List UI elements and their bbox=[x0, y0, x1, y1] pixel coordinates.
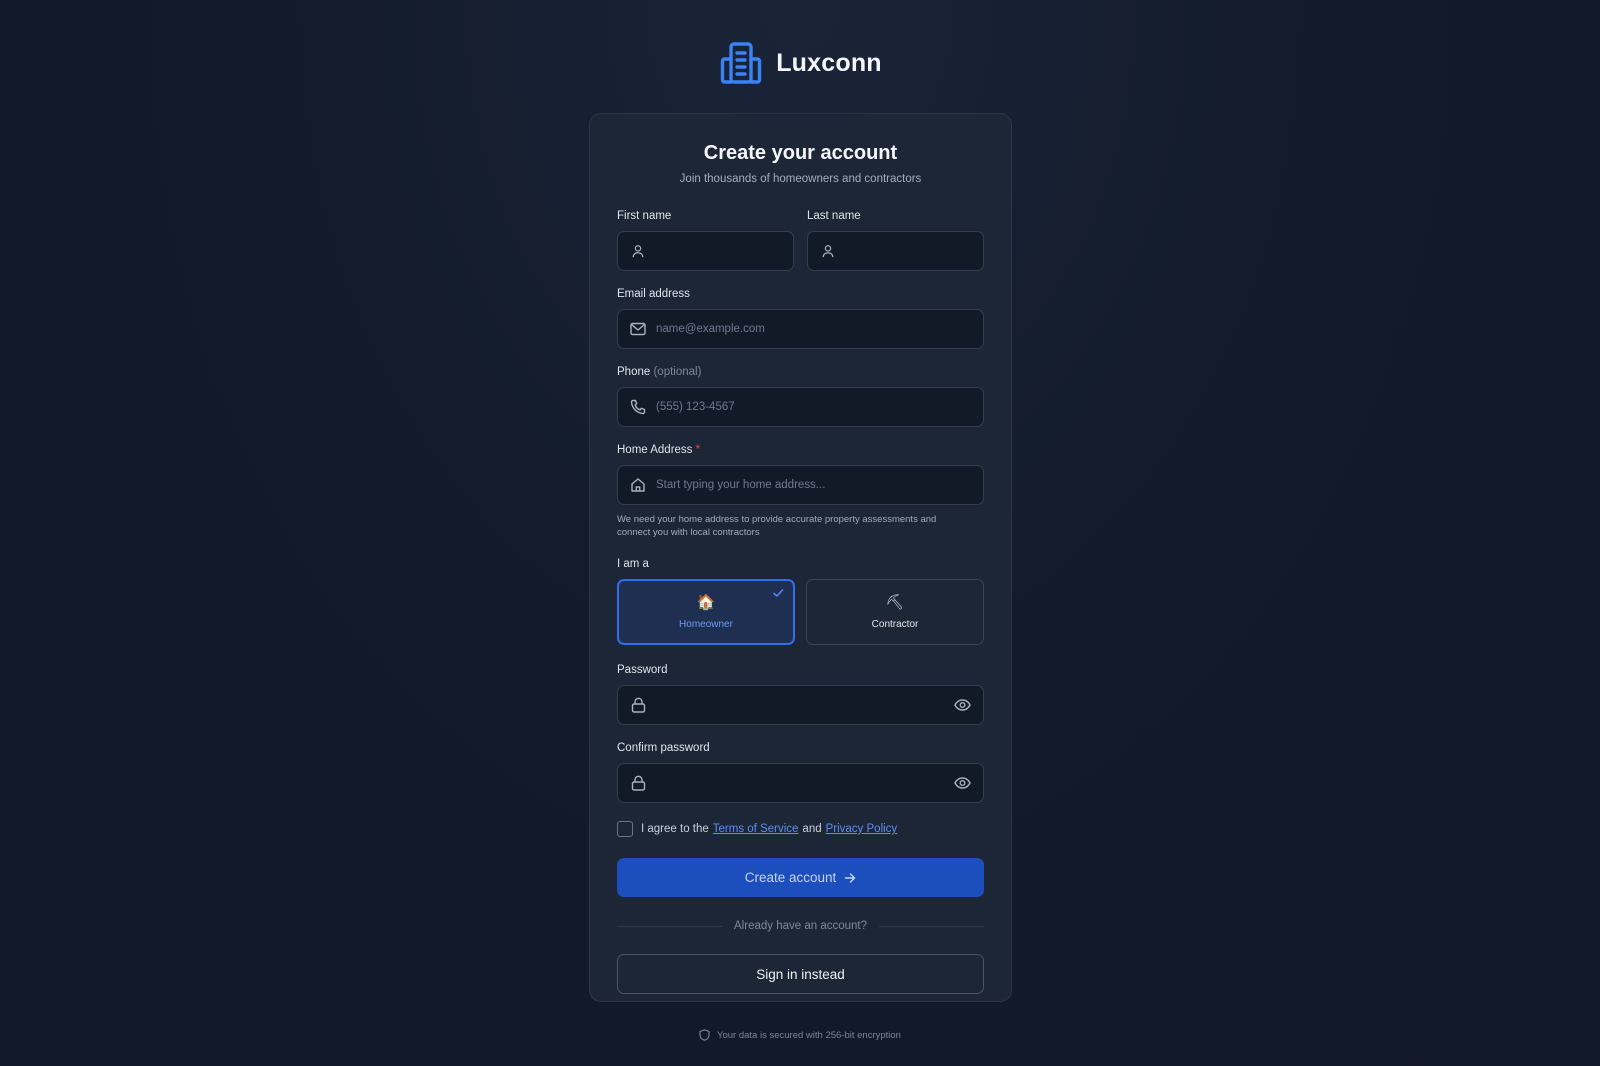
security-footer: Your data is secured with 256-bit encryp… bbox=[0, 1029, 1600, 1041]
required-mark: * bbox=[695, 444, 701, 456]
divider-text: Already have an account? bbox=[734, 920, 867, 932]
phone-label: Phone (optional) bbox=[617, 365, 984, 379]
brand-header: Luxconn bbox=[0, 40, 1600, 86]
user-icon bbox=[630, 243, 646, 259]
address-field[interactable]: Start typing your home address... bbox=[617, 465, 984, 505]
email-label: Email address bbox=[617, 288, 690, 300]
address-label-text: Home Address bbox=[617, 444, 693, 456]
phone-placeholder: (555) 123-4567 bbox=[656, 401, 735, 413]
role-option-label: Homeowner bbox=[679, 619, 733, 630]
lock-icon bbox=[630, 775, 646, 791]
shield-icon bbox=[699, 1029, 710, 1041]
sign-in-label: Sign in instead bbox=[756, 966, 845, 982]
create-account-label: Create account bbox=[744, 870, 837, 885]
security-text: Your data is secured with 256-bit encryp… bbox=[717, 1029, 901, 1041]
divider-line bbox=[879, 925, 985, 927]
terms-checkbox[interactable] bbox=[617, 821, 633, 837]
home-icon bbox=[630, 477, 646, 493]
address-label: Home Address * bbox=[617, 443, 984, 457]
last-name-label: Last name bbox=[807, 210, 861, 222]
create-account-button[interactable]: Create account bbox=[617, 858, 984, 897]
sign-in-button[interactable]: Sign in instead bbox=[617, 954, 984, 994]
last-name-input[interactable] bbox=[807, 231, 984, 271]
phone-icon bbox=[630, 399, 646, 415]
first-name-label: First name bbox=[617, 210, 672, 222]
role-option-contractor[interactable]: ⛏ Contractor bbox=[806, 579, 984, 645]
email-field[interactable]: name@example.com bbox=[617, 309, 984, 349]
confirm-password-field[interactable] bbox=[617, 763, 984, 803]
phone-label-text: Phone bbox=[617, 366, 651, 378]
signup-card: Create your account Join thousands of ho… bbox=[589, 113, 1012, 1002]
password-label: Password bbox=[617, 664, 668, 676]
address-help-text: We need your home address to provide acc… bbox=[617, 514, 937, 538]
role-option-homeowner[interactable]: 🏠 Homeowner bbox=[617, 579, 795, 645]
first-name-input[interactable] bbox=[617, 231, 794, 271]
agree-prefix: I agree to the bbox=[641, 823, 709, 835]
agree-and: and bbox=[802, 823, 822, 835]
phone-field[interactable]: (555) 123-4567 bbox=[617, 387, 984, 427]
divider-line bbox=[617, 925, 723, 927]
address-placeholder: Start typing your home address... bbox=[656, 479, 826, 491]
role-option-label: Contractor bbox=[871, 619, 919, 630]
pick-icon: ⛏ bbox=[885, 594, 905, 611]
building-icon bbox=[718, 40, 764, 86]
mail-icon bbox=[630, 321, 646, 337]
terms-link[interactable]: Terms of Service bbox=[713, 823, 799, 835]
lock-icon bbox=[630, 697, 646, 713]
check-icon bbox=[773, 589, 784, 597]
eye-icon[interactable] bbox=[953, 696, 971, 714]
eye-icon[interactable] bbox=[953, 774, 971, 792]
password-field[interactable] bbox=[617, 685, 984, 725]
email-placeholder: name@example.com bbox=[656, 323, 765, 335]
signin-divider: Already have an account? bbox=[617, 919, 985, 933]
arrow-right-icon bbox=[845, 872, 856, 883]
house-emoji-icon: 🏠 bbox=[696, 594, 716, 611]
brand-name: Luxconn bbox=[776, 48, 882, 77]
phone-optional-hint: (optional) bbox=[653, 366, 702, 378]
page-subtitle: Join thousands of homeowners and contrac… bbox=[679, 173, 922, 185]
page-title: Create your account bbox=[703, 142, 898, 164]
user-icon bbox=[820, 243, 836, 259]
role-label: I am a bbox=[617, 558, 649, 570]
privacy-link[interactable]: Privacy Policy bbox=[826, 823, 898, 835]
confirm-password-label: Confirm password bbox=[617, 742, 710, 754]
terms-agreement: I agree to the Terms of Service and Priv… bbox=[617, 821, 984, 837]
